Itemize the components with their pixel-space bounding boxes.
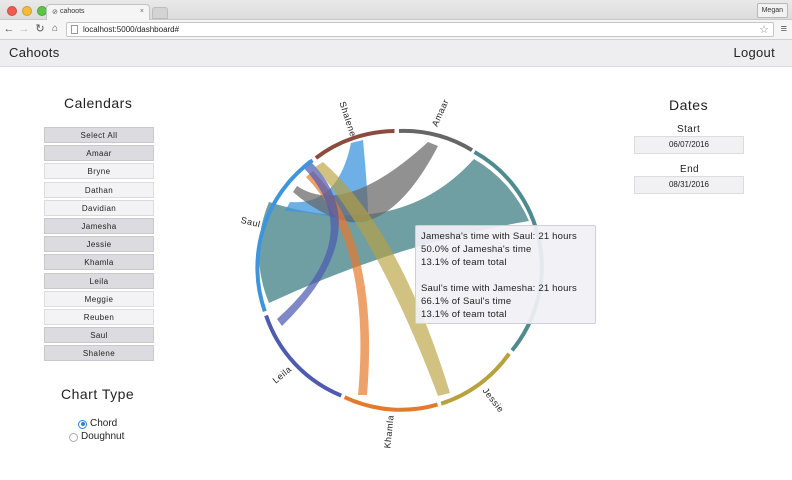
chord-tooltip: Jamesha's time with Saul: 21 hours 50.0%…: [415, 225, 596, 324]
chord-chart: Shalene Amaar Jessie Khamla Leila Saul: [240, 97, 544, 449]
tooltip-line: 50.0% of Jamesha's time: [421, 244, 532, 255]
label-leila: Leila: [271, 364, 294, 385]
tooltip-line: Saul's time with Jamesha: 21 hours: [421, 283, 577, 294]
tooltip-line: 13.1% of team total: [421, 309, 507, 320]
label-shalene: Shalene: [337, 100, 358, 138]
label-khamla: Khamla: [382, 414, 395, 448]
tooltip-line: 13.1% of team total: [421, 257, 507, 268]
label-jessie: Jessie: [481, 386, 506, 415]
arc-jessie[interactable]: [440, 352, 511, 406]
tooltip-line: 66.1% of Saul's time: [421, 296, 512, 307]
label-amaar: Amaar: [430, 97, 451, 128]
arc-khamla[interactable]: [343, 395, 439, 412]
tooltip-line: Jamesha's time with Saul: 21 hours: [421, 231, 577, 242]
label-saul: Saul: [240, 215, 262, 230]
